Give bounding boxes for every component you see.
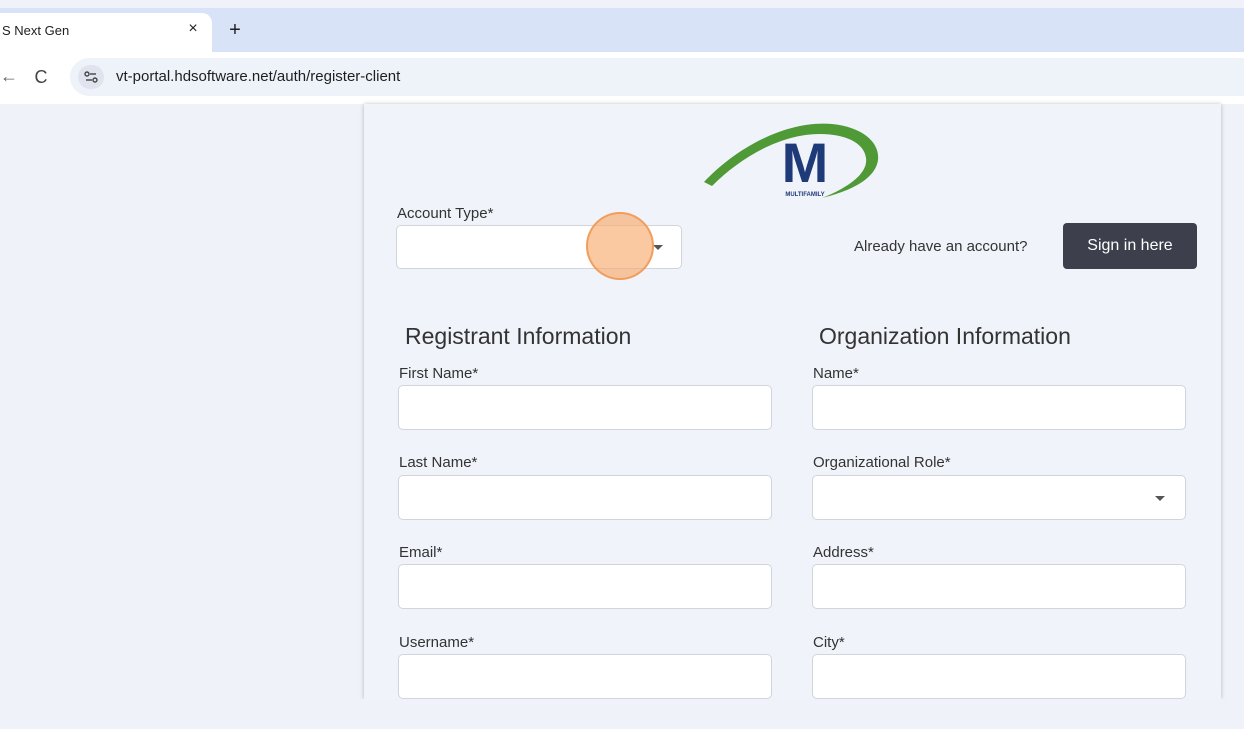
username-field[interactable] <box>398 654 772 699</box>
logo-subtitle: MULTIFAMILY <box>785 192 824 198</box>
chevron-down-icon <box>1155 496 1165 501</box>
address-bar[interactable]: vt-portal.hdsoftware.net/auth/register-c… <box>70 58 1244 96</box>
last-name-label: Last Name* <box>399 454 478 471</box>
first-name-label: First Name* <box>399 365 479 382</box>
address-field[interactable] <box>812 564 1186 609</box>
new-tab-icon[interactable]: + <box>224 20 246 42</box>
email-field[interactable] <box>398 564 772 609</box>
last-name-field[interactable] <box>398 475 772 520</box>
city-label: City* <box>813 634 845 651</box>
url-text: vt-portal.hdsoftware.net/auth/register-c… <box>116 68 401 85</box>
first-name-field[interactable] <box>398 385 772 430</box>
click-indicator <box>586 212 654 280</box>
address-label: Address* <box>813 544 874 561</box>
registrant-section-title: Registrant Information <box>405 323 632 349</box>
back-icon[interactable]: ← <box>0 66 18 87</box>
page-bottom <box>0 699 1244 729</box>
organization-section-title: Organization Information <box>819 323 1071 349</box>
multifamily-logo: M MULTIFAMILY <box>702 112 884 202</box>
org-role-label: Organizational Role* <box>813 454 951 471</box>
browser-tab[interactable]: S Next Gen × <box>0 13 212 52</box>
chevron-down-icon <box>653 245 663 250</box>
email-label: Email* <box>399 544 443 561</box>
org-role-select[interactable] <box>812 475 1186 520</box>
sign-in-button[interactable]: Sign in here <box>1063 223 1197 269</box>
site-info-icon[interactable] <box>78 65 104 89</box>
tab-title: S Next Gen <box>2 23 70 38</box>
browser-toolbar: ← C vt-portal.hdsoftware.net/auth/regist… <box>0 52 1244 104</box>
username-label: Username* <box>399 634 475 651</box>
reload-icon[interactable]: C <box>30 66 52 88</box>
org-name-label: Name* <box>813 365 859 382</box>
already-have-account-text: Already have an account? <box>854 238 1028 255</box>
org-name-field[interactable] <box>812 385 1186 430</box>
svg-text:M: M <box>782 131 829 194</box>
registration-card: M MULTIFAMILY Account Type* Already have… <box>364 104 1221 699</box>
page-background: M MULTIFAMILY Account Type* Already have… <box>0 104 1244 699</box>
close-icon[interactable]: × <box>185 21 201 37</box>
browser-tabstrip: S Next Gen × + <box>0 8 1244 52</box>
city-field[interactable] <box>812 654 1186 699</box>
account-type-label: Account Type* <box>397 205 494 222</box>
